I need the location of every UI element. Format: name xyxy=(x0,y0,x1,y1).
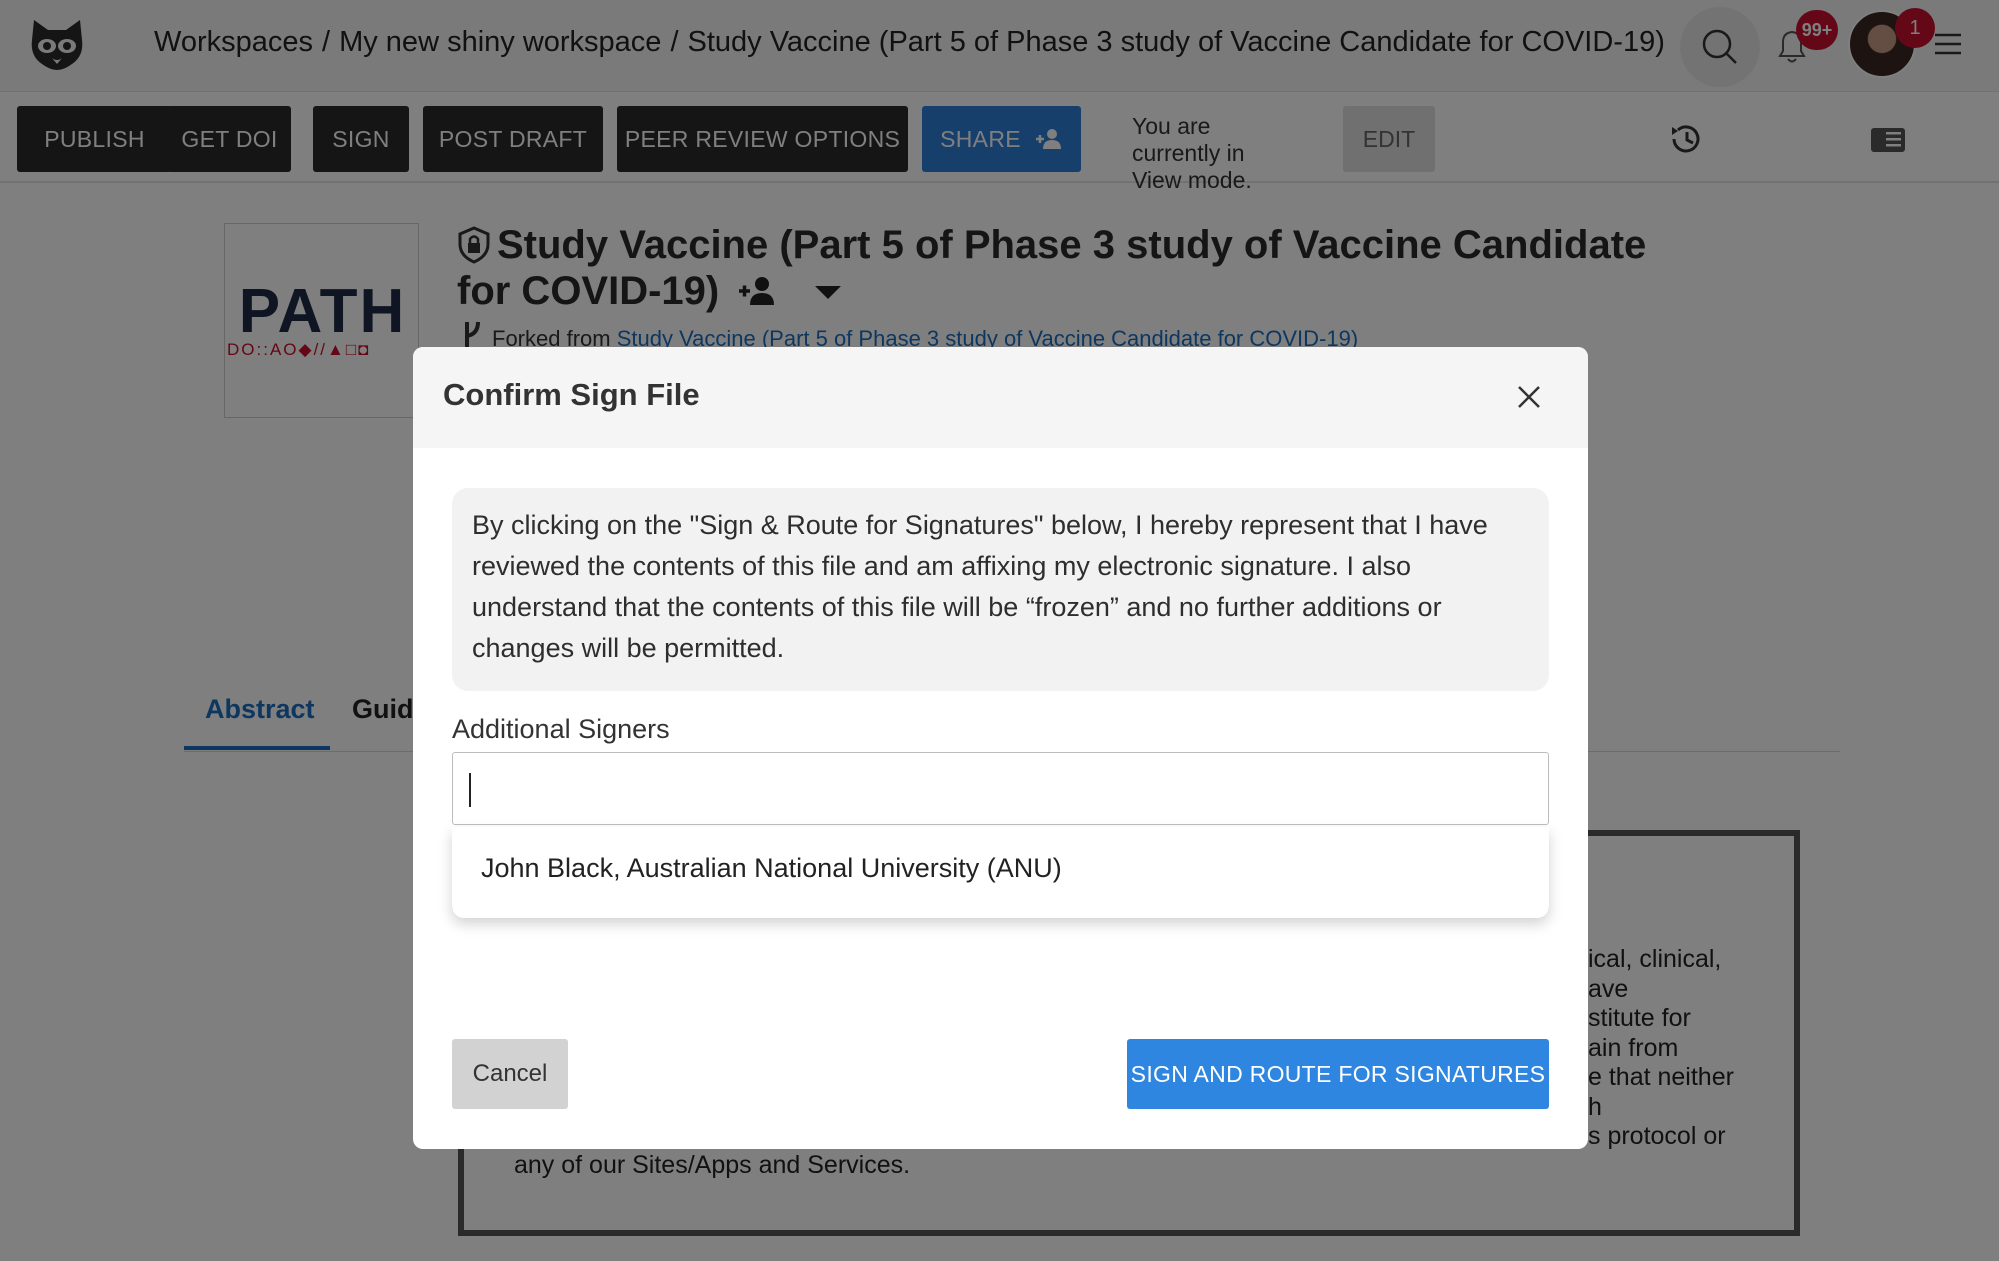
text-caret xyxy=(469,773,471,807)
additional-signers-input[interactable] xyxy=(452,752,1549,825)
confirm-sign-dialog: Confirm Sign File By clicking on the "Si… xyxy=(413,347,1588,1149)
additional-signers-label: Additional Signers xyxy=(452,714,670,744)
dialog-title: Confirm Sign File xyxy=(443,377,700,412)
dialog-header: Confirm Sign File xyxy=(413,347,1588,448)
sign-and-route-button[interactable]: SIGN AND ROUTE FOR SIGNATURES xyxy=(1127,1039,1549,1109)
sign-notice: By clicking on the "Sign & Route for Sig… xyxy=(452,488,1549,691)
suggestion-item[interactable]: John Black, Australian National Universi… xyxy=(481,853,1062,884)
cancel-button[interactable]: Cancel xyxy=(452,1039,568,1109)
signer-suggestions: John Black, Australian National Universi… xyxy=(452,827,1549,918)
close-icon[interactable] xyxy=(1513,381,1545,413)
